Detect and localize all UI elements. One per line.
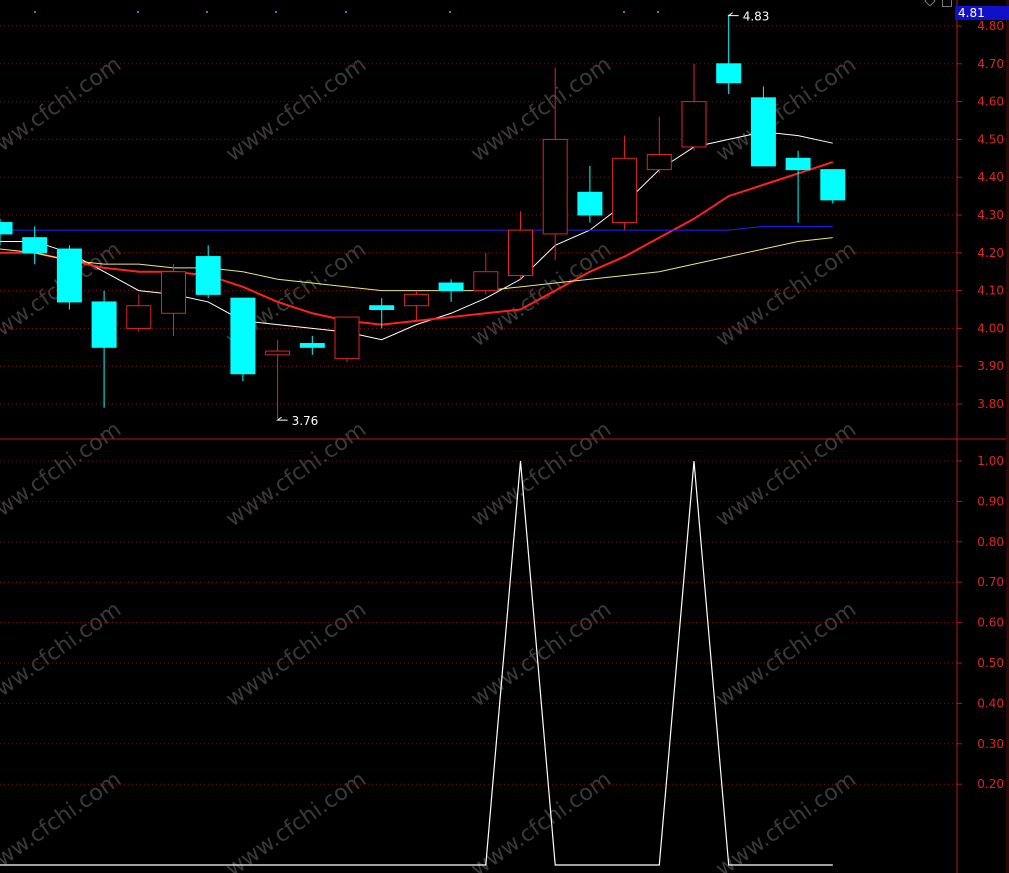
price-tick-label: 4.80 [977,19,1004,33]
indicator-tick-label: 0.70 [977,575,1004,589]
price-tick-label: 4.40 [977,170,1004,184]
candle-up [646,154,672,171]
indicator-tick-label: 0.20 [977,777,1004,791]
marker-dot [657,11,659,13]
watermark-layer: www.cfchi.com www.cfchi.com www.cfchi.com w… [0,52,861,873]
indicator-tick-label: 0.30 [977,737,1004,751]
candle-down [56,248,82,303]
price-tick-label: 3.80 [977,397,1004,411]
candlestick-series [0,14,846,420]
price-tick-label: 4.00 [977,321,1004,335]
candle-down [820,169,846,201]
candle-down [750,97,776,167]
price-tick-label: 4.20 [977,246,1004,260]
ma60-line [0,225,833,231]
candle-up [161,271,186,314]
indicator-tick-label: 0.40 [977,696,1004,710]
candle-down [195,256,221,295]
candle-up [473,271,499,292]
candle-down [438,282,464,292]
price-tick-label: 4.60 [977,95,1004,109]
marker-dot [34,11,36,13]
indicator-tick-label: 0.80 [977,535,1004,549]
marker-dot [275,11,277,13]
high-label: 4.83 [743,10,770,24]
high-arrow [727,12,739,17]
candle-down [230,297,256,375]
candle-up [542,138,568,235]
marker-dot [449,11,451,13]
watermark-text: www.cfchi.com [222,767,371,873]
watermark-text: www.cfchi.com [222,417,371,532]
indicator-tick-label: 0.60 [977,616,1004,630]
watermark-text: www.cfchi.com [712,767,861,873]
candle-up [612,157,638,224]
indicator-tick-label: 1.00 [977,454,1004,468]
marker-dot [345,11,347,13]
watermark-text: www.cfchi.com [467,237,616,352]
marker-dot [137,11,139,13]
watermark-text: www.cfchi.com [467,417,616,532]
candle-down [0,222,13,235]
candle-up [508,229,533,276]
watermark-text: www.cfchi.com [222,52,371,167]
indicator-tick-label: 0.90 [977,494,1004,508]
candle-up [403,293,429,307]
watermark-text: www.cfchi.com [0,597,126,712]
price-tick-label: 4.70 [977,57,1004,71]
price-tick-label: 4.30 [977,208,1004,222]
candle-down [369,305,395,311]
candle-down [785,157,811,171]
watermark-text: www.cfchi.com [222,597,371,712]
current-price-label: 4.81 [958,6,985,20]
price-tick-label: 4.50 [977,132,1004,146]
watermark-text: www.cfchi.com [467,767,616,873]
annotations: 4.83 3.76 [34,10,769,428]
candle-down [91,301,117,348]
low-label: 3.76 [292,414,319,428]
price-tick-label: 3.90 [977,359,1004,373]
watermark-text: www.cfchi.com [712,417,861,532]
watermark-text: www.cfchi.com [712,237,861,352]
indicator-tick-label: 0.50 [977,656,1004,670]
watermark-text: www.cfchi.com [467,597,616,712]
low-arrow [276,416,288,421]
watermark-text: www.cfchi.com [0,767,126,873]
candle-down [299,343,325,348]
watermark-text: www.cfchi.com [0,52,126,167]
candle-down [716,63,742,84]
candle-up [334,316,360,360]
watermark-text: www.cfchi.com [712,597,861,712]
watermark-text: www.cfchi.com [467,52,616,167]
price-tick-label: 4.10 [977,284,1004,298]
candle-up [681,101,707,148]
marker-dot [623,11,625,13]
marker-dot [206,11,208,13]
candle-down [577,191,603,216]
candle-up [265,350,291,356]
watermark-text: www.cfchi.com [0,417,126,532]
tick-labels: 4.80 4.70 4.60 4.50 4.40 4.30 4.20 4.10 4.00 3.90… [955,6,1009,791]
stock-chart[interactable]: www.cfchi.com www.cfchi.com www.cfchi.com w… [0,0,1009,873]
candle-up [126,305,152,329]
candle-down [22,237,48,254]
